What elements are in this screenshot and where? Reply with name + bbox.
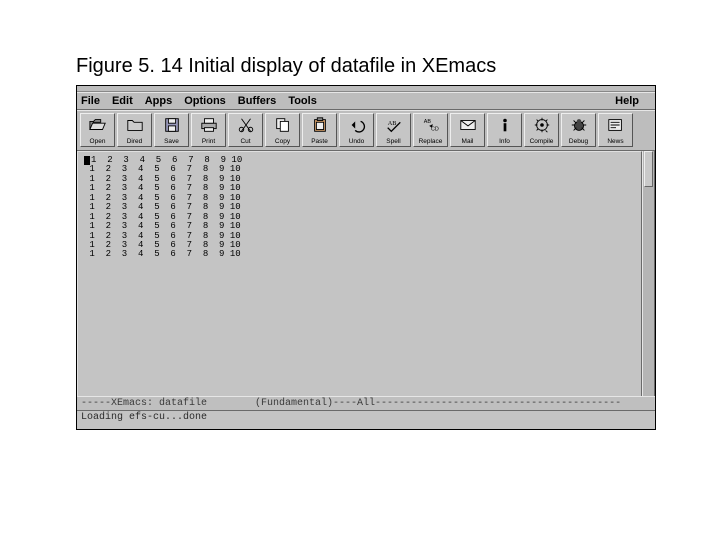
debug-icon [569, 116, 589, 133]
svg-text:CD: CD [431, 126, 439, 132]
toolbar-label: Debug [569, 138, 588, 145]
save-icon [162, 116, 182, 133]
mail-icon [458, 116, 478, 133]
info-button[interactable]: Info [487, 113, 522, 147]
toolbar-label: Save [164, 138, 179, 145]
menu-help[interactable]: Help [615, 95, 639, 107]
menu-buffers[interactable]: Buffers [238, 95, 277, 107]
save-button[interactable]: Save [154, 113, 189, 147]
menu-file[interactable]: File [81, 95, 100, 107]
toolbar-label: News [607, 138, 623, 145]
toolbar-label: Print [202, 138, 215, 145]
toolbar-label: Cut [240, 138, 250, 145]
toolbar-label: Compile [530, 138, 554, 145]
figure-caption: Figure 5. 14 Initial display of datafile… [76, 55, 496, 78]
open-button[interactable]: Open [80, 113, 115, 147]
minibuffer: Loading efs-cu...done [77, 411, 655, 429]
replace-button[interactable]: ABCD Replace [413, 113, 448, 147]
print-button[interactable]: Print [191, 113, 226, 147]
dired-button[interactable]: Dired [117, 113, 152, 147]
menu-options[interactable]: Options [184, 95, 226, 107]
replace-icon: ABCD [421, 116, 441, 133]
scrollbar-thumb[interactable] [644, 151, 653, 187]
debug-button[interactable]: Debug [561, 113, 596, 147]
compile-button[interactable]: Compile [524, 113, 559, 147]
info-icon [495, 116, 515, 133]
toolbar-label: Undo [349, 138, 365, 145]
cut-button[interactable]: Cut [228, 113, 263, 147]
toolbar-label: Paste [311, 138, 328, 145]
toolbar-label: Info [499, 138, 510, 145]
print-icon [199, 116, 219, 133]
copy-button[interactable]: Copy [265, 113, 300, 147]
toolbar-label: Spell [386, 138, 400, 145]
toolbar-label: Open [90, 138, 106, 145]
toolbar-label: Mail [462, 138, 474, 145]
menu-apps[interactable]: Apps [145, 95, 173, 107]
mail-button[interactable]: Mail [450, 113, 485, 147]
paste-icon [310, 116, 330, 133]
undo-icon [347, 116, 367, 133]
compile-icon [532, 116, 552, 133]
cut-icon [236, 116, 256, 133]
mode-line: -----XEmacs: datafile (Fundamental)----A… [77, 396, 655, 411]
svg-text:AB: AB [423, 119, 431, 125]
news-icon [606, 116, 626, 133]
spell-icon: AB [384, 116, 404, 133]
editor-buffer[interactable]: 1 2 3 4 5 6 7 8 9 10 1 2 3 4 5 6 7 8 9 1… [77, 151, 642, 396]
paste-button[interactable]: Paste [302, 113, 337, 147]
toolbar-label: Copy [275, 138, 290, 145]
toolbar-label: Replace [419, 138, 443, 145]
dired-icon [125, 116, 145, 133]
svg-text:AB: AB [387, 120, 396, 127]
open-icon [88, 116, 108, 133]
xemacs-window: File Edit Apps Options Buffers Tools Hel… [76, 85, 656, 430]
undo-button[interactable]: Undo [339, 113, 374, 147]
news-button[interactable]: News [598, 113, 633, 147]
spell-button[interactable]: AB Spell [376, 113, 411, 147]
menu-bar: File Edit Apps Options Buffers Tools Hel… [77, 92, 655, 110]
text-cursor [84, 156, 90, 165]
copy-icon [273, 116, 293, 133]
toolbar-label: Dired [127, 138, 143, 145]
toolbar: Open Dired Save Print Cut Copy Paste Undo AB Spel… [77, 110, 655, 151]
vertical-scrollbar[interactable] [642, 151, 655, 396]
menu-tools[interactable]: Tools [288, 95, 317, 107]
menu-edit[interactable]: Edit [112, 95, 133, 107]
